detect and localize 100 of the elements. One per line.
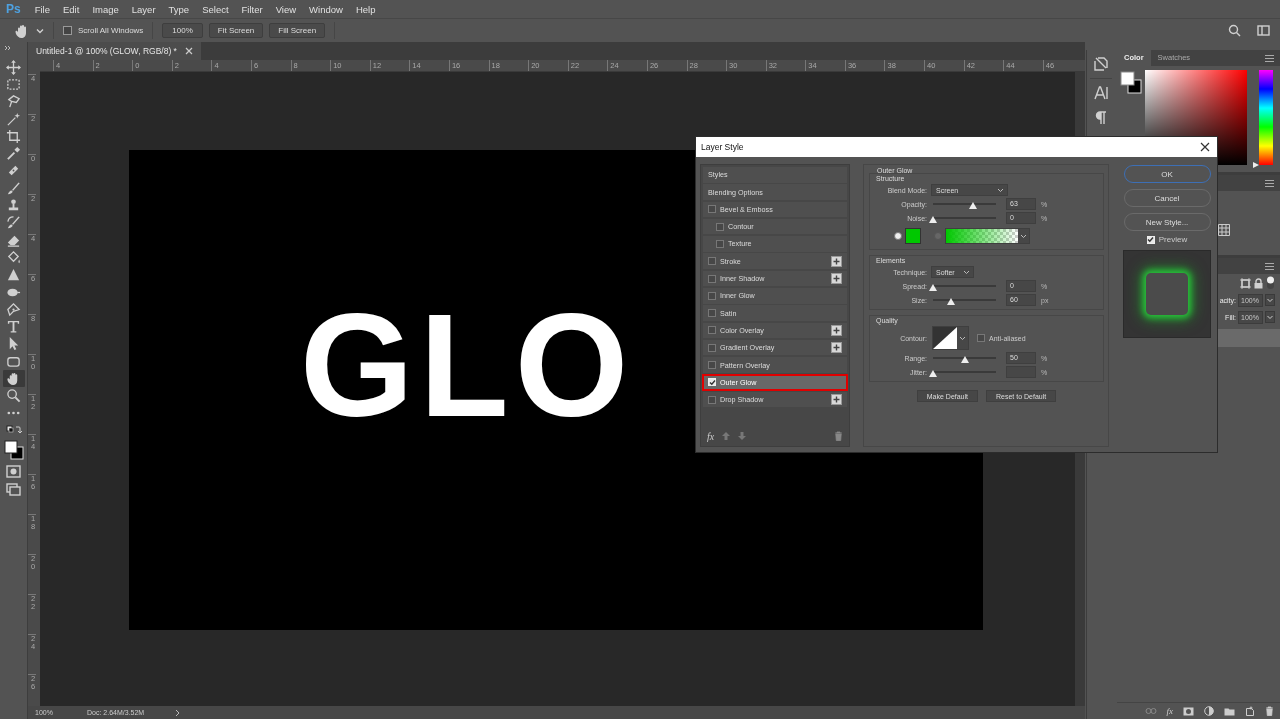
add-icon[interactable] xyxy=(831,273,842,285)
gradient-picker[interactable] xyxy=(945,228,1030,244)
brush-icon xyxy=(6,180,21,196)
menu-item[interactable]: Image xyxy=(92,3,119,15)
dialog-button[interactable]: Cancel xyxy=(1123,189,1211,207)
foreground-background-swatch-icon[interactable] xyxy=(1120,71,1142,95)
checkbox[interactable] xyxy=(1146,235,1155,244)
menu-item[interactable]: Layer xyxy=(131,3,156,15)
quick-mask-icon[interactable] xyxy=(6,465,21,479)
pen-tool-icon xyxy=(6,301,21,317)
checkbox[interactable] xyxy=(708,378,716,387)
dialog-button[interactable]: New Style... xyxy=(1123,213,1211,231)
menu-item[interactable]: Type xyxy=(168,3,190,15)
toggle-icon[interactable] xyxy=(1266,276,1275,290)
caret-icon xyxy=(997,187,1004,193)
checkbox[interactable] xyxy=(708,274,716,283)
more-icon xyxy=(6,411,21,416)
adjustment-layer-icon[interactable] xyxy=(1204,706,1214,716)
menu-item[interactable]: Filter xyxy=(241,3,263,15)
checkbox[interactable] xyxy=(716,222,724,231)
zoom-icon xyxy=(6,388,21,404)
radio-button[interactable] xyxy=(894,232,902,240)
layer-effects-button[interactable]: fx xyxy=(1166,706,1173,716)
add-icon[interactable] xyxy=(831,255,842,267)
caret-icon xyxy=(959,335,966,341)
magic-wand-icon xyxy=(6,111,21,127)
folder-icon[interactable] xyxy=(1224,706,1235,716)
caret-icon[interactable] xyxy=(1265,311,1275,323)
dialog-button[interactable]: OK xyxy=(1123,165,1211,183)
screen-mode-icon[interactable] xyxy=(6,483,21,497)
caret-icon[interactable] xyxy=(1265,294,1275,306)
checkbox[interactable] xyxy=(708,205,716,214)
crop-tool-icon xyxy=(6,128,21,144)
checkbox[interactable] xyxy=(708,291,716,300)
workspace-icon[interactable] xyxy=(1257,24,1270,37)
menu-item[interactable]: Select xyxy=(202,3,229,15)
contour-curve-icon xyxy=(933,327,957,349)
color-swatch[interactable] xyxy=(905,228,921,244)
checkbox[interactable] xyxy=(63,26,72,35)
zoom-preset-button[interactable]: 100% xyxy=(162,23,203,38)
lock-position-icon[interactable] xyxy=(1240,277,1251,289)
triangle-icon xyxy=(6,267,21,283)
foreground-background-swatch-icon[interactable] xyxy=(3,440,24,461)
slider-thumb[interactable] xyxy=(947,298,956,305)
search-icon[interactable] xyxy=(1228,24,1241,37)
zoom-preset-button[interactable]: Fill Screen xyxy=(269,23,326,38)
contour-picker[interactable] xyxy=(932,326,969,350)
add-icon[interactable] xyxy=(831,342,842,354)
hue-slider-thumb[interactable] xyxy=(1253,162,1259,168)
checkbox[interactable] xyxy=(708,326,716,335)
default-colors-icon[interactable] xyxy=(5,425,22,436)
slider-thumb[interactable] xyxy=(929,216,937,223)
checkbox[interactable] xyxy=(708,361,716,369)
panel-menu-icon[interactable] xyxy=(1265,54,1274,62)
new-layer-icon[interactable] xyxy=(1245,706,1255,716)
document-tab[interactable]: Untitled-1 @ 100% (GLOW, RGB/8) * xyxy=(28,42,201,60)
document-title: Untitled-1 @ 100% (GLOW, RGB/8) * xyxy=(36,46,177,56)
menu-item[interactable]: Window xyxy=(309,3,343,15)
stamp-icon xyxy=(6,198,21,213)
caret-icon xyxy=(963,269,970,275)
menu-item[interactable]: File xyxy=(34,3,50,15)
trash-icon[interactable] xyxy=(1265,706,1274,716)
checkbox-label: Preview xyxy=(1158,235,1188,244)
checkbox[interactable] xyxy=(708,395,716,404)
effects-button[interactable]: fx xyxy=(707,430,715,442)
caret-icon[interactable] xyxy=(36,26,44,35)
checkbox[interactable] xyxy=(708,257,716,266)
checkbox[interactable] xyxy=(708,343,716,352)
collapse-arrows-icon[interactable] xyxy=(4,45,12,51)
chevron-right-icon[interactable] xyxy=(175,708,181,717)
slider-thumb[interactable] xyxy=(929,284,937,291)
checkbox[interactable] xyxy=(708,309,716,318)
menu-item[interactable]: View xyxy=(275,3,297,15)
dialog-title: Layer Style xyxy=(701,142,744,152)
tool-button[interactable] xyxy=(2,370,25,387)
panel-menu-icon[interactable] xyxy=(1265,179,1274,187)
zoom-preset-button[interactable]: Fit Screen xyxy=(208,23,264,38)
grid-icon[interactable] xyxy=(1218,224,1230,236)
add-icon[interactable] xyxy=(831,324,842,336)
menu-item[interactable]: Help xyxy=(355,3,376,15)
checkbox[interactable] xyxy=(977,334,985,342)
type-tool-icon xyxy=(6,319,21,335)
slider-thumb[interactable] xyxy=(960,356,969,363)
move-tool-icon xyxy=(6,59,21,75)
character-panel-icon[interactable] xyxy=(1092,85,1109,101)
slider-thumb[interactable] xyxy=(929,370,937,377)
trash-icon[interactable] xyxy=(834,431,843,441)
checkbox[interactable] xyxy=(716,239,724,248)
lock-icon[interactable] xyxy=(1253,277,1264,289)
panel-menu-icon[interactable] xyxy=(1265,262,1274,270)
history-panel-icon[interactable] xyxy=(1092,56,1109,72)
checkmark-icon xyxy=(708,378,716,386)
glow-square xyxy=(1146,273,1188,315)
mask-icon[interactable] xyxy=(1183,706,1194,716)
checkmark-icon xyxy=(1147,236,1155,243)
menu-item[interactable]: Edit xyxy=(63,3,80,15)
slider-thumb[interactable] xyxy=(968,202,977,209)
close-icon[interactable] xyxy=(1200,142,1210,152)
add-icon[interactable] xyxy=(831,394,842,406)
marquee-tool-icon xyxy=(6,76,21,92)
